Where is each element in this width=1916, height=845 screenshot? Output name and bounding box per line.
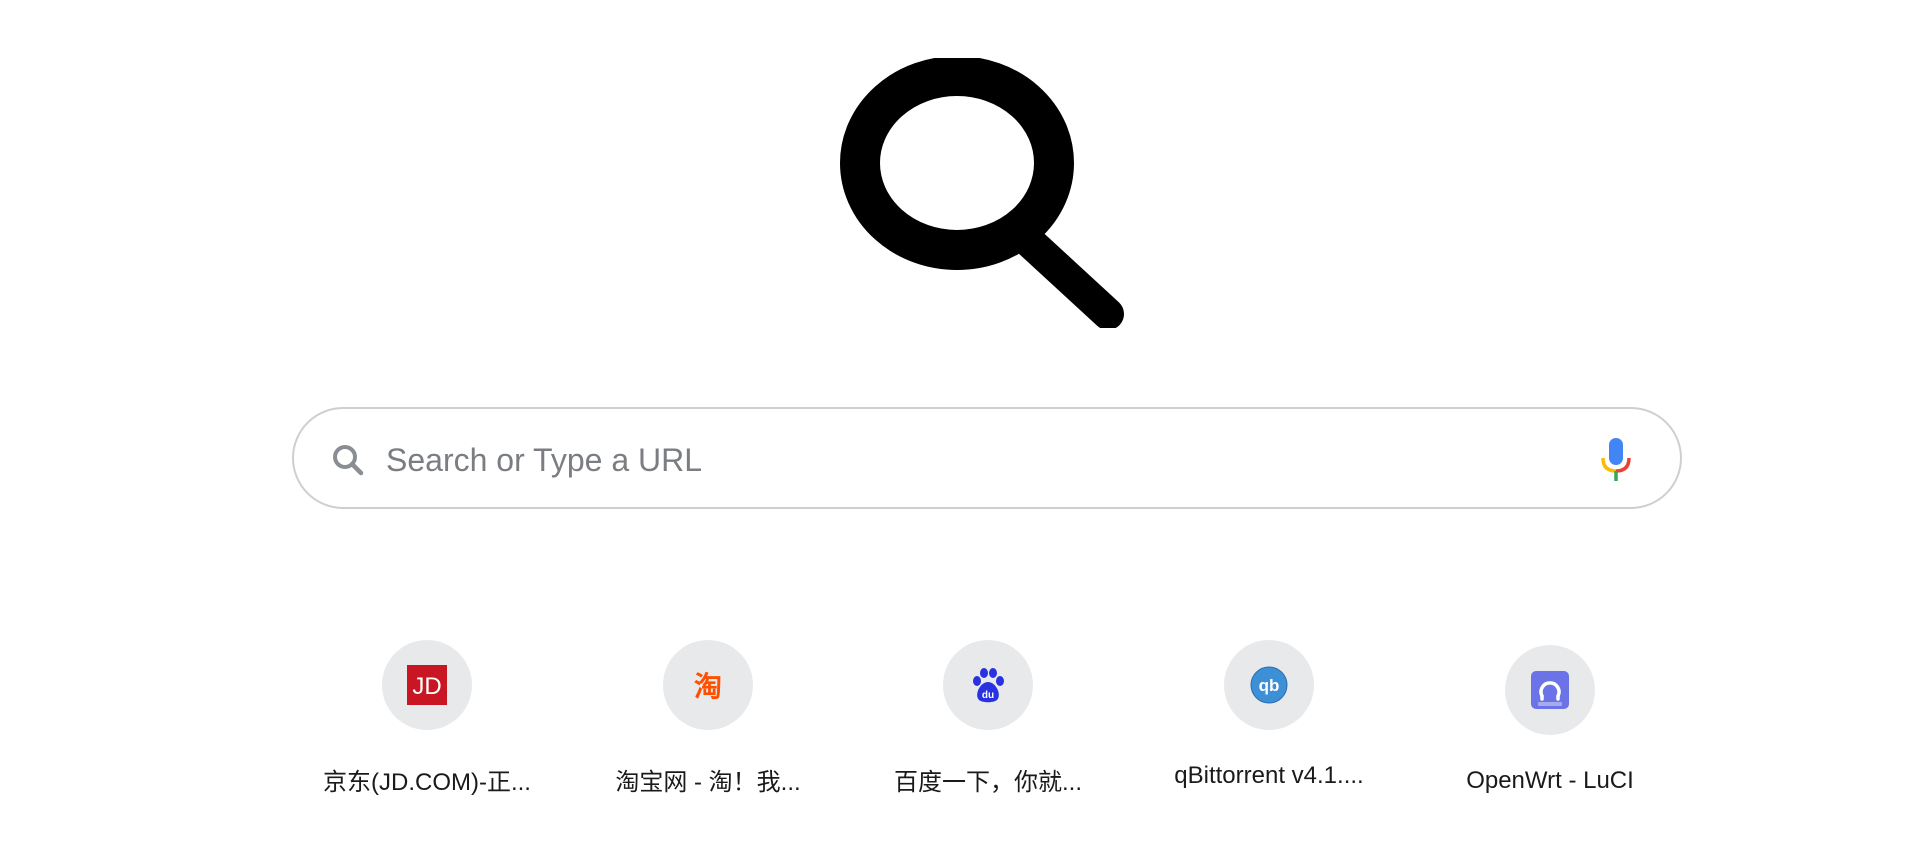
shortcut-label: qBittorrent v4.1.... xyxy=(1174,762,1364,789)
shortcut-tile[interactable]: du xyxy=(943,640,1033,730)
search-icon xyxy=(333,445,364,476)
baidu-favicon: du xyxy=(973,668,1004,703)
magnifier-logo-icon xyxy=(840,58,1124,328)
shortcut-tile[interactable] xyxy=(1505,645,1595,735)
jd-favicon: JD xyxy=(407,665,447,705)
shortcut-baidu[interactable]: du 百度一下，你就... xyxy=(868,640,1108,797)
shortcut-list: JD 京东(JD.COM)-正... 淘 淘宝网 - 淘！我... du 百度一… xyxy=(0,640,1916,820)
search-bar[interactable] xyxy=(292,407,1682,509)
shortcut-jd[interactable]: JD 京东(JD.COM)-正... xyxy=(307,640,547,797)
microphone-icon[interactable] xyxy=(1596,436,1636,484)
search-input[interactable] xyxy=(384,429,1538,491)
shortcut-tile[interactable]: qb xyxy=(1224,640,1314,730)
svg-text:du: du xyxy=(982,690,994,701)
shortcut-taobao[interactable]: 淘 淘宝网 - 淘！我... xyxy=(588,640,828,797)
svg-text:JD: JD xyxy=(412,673,441,700)
openwrt-favicon xyxy=(1531,671,1569,709)
qbittorrent-favicon: qb xyxy=(1250,666,1288,704)
shortcut-qbittorrent[interactable]: qb qBittorrent v4.1.... xyxy=(1149,640,1389,790)
new-tab-page: JD 京东(JD.COM)-正... 淘 淘宝网 - 淘！我... xyxy=(0,0,1916,845)
shortcut-label: 淘宝网 - 淘！我... xyxy=(615,769,801,796)
taobao-favicon: 淘 xyxy=(694,670,722,703)
shortcut-openwrt[interactable]: OpenWrt - LuCI xyxy=(1430,645,1670,795)
shortcut-label: 百度一下，你就... xyxy=(893,769,1082,796)
shortcut-label: 京东(JD.COM)-正... xyxy=(323,769,531,796)
shortcut-tile[interactable]: 淘 xyxy=(663,640,753,730)
svg-text:qb: qb xyxy=(1259,676,1280,695)
svg-text:淘: 淘 xyxy=(694,670,722,703)
shortcut-tile[interactable]: JD xyxy=(382,640,472,730)
shortcut-label: OpenWrt - LuCI xyxy=(1466,767,1634,794)
